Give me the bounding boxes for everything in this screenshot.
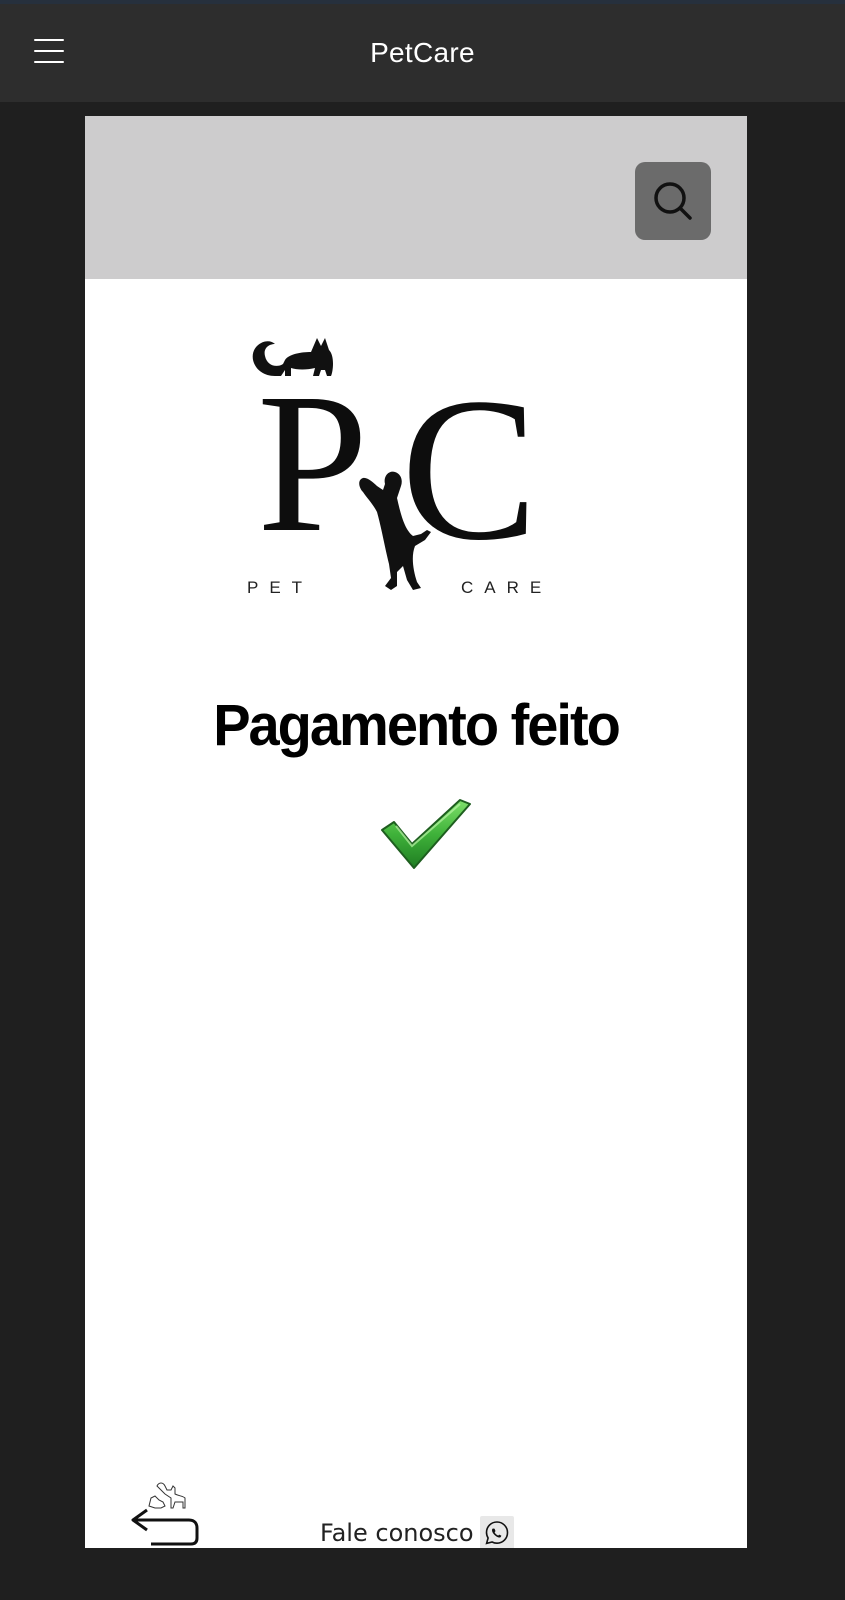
logo-word-pet: PET [247,578,313,597]
app-title: PetCare [370,37,475,68]
logo-word-care: CARE [461,578,552,597]
logo-letter-c: C [401,356,538,583]
return-arrow-icon [131,1482,199,1546]
header-band [85,116,747,279]
logo-letter-p: P [257,353,368,574]
petcare-logo: P C PET CARE [247,338,552,597]
page-content: P C PET CARE Pagamento feito Fale conosc… [85,116,747,1548]
search-icon [654,182,692,220]
contact-us-link[interactable]: Fale conosco [320,1516,514,1548]
search-button[interactable] [635,162,711,240]
contact-us-label: Fale conosco [320,1519,474,1547]
back-button[interactable] [129,1480,201,1548]
whatsapp-icon [479,1516,514,1548]
checkmark-icon [381,799,471,869]
payment-status-heading: Pagamento feito [213,691,621,758]
